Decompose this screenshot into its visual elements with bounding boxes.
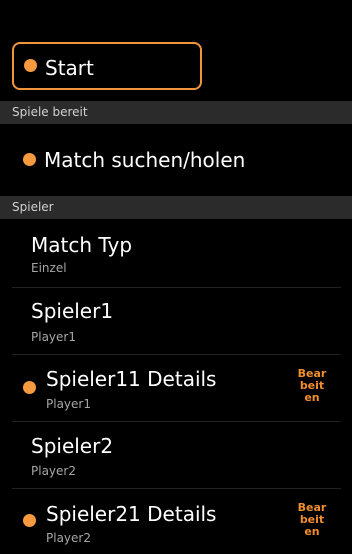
section-header-ready: Spiele bereit bbox=[0, 101, 352, 124]
player2-title: Spieler2 bbox=[31, 434, 114, 458]
edit-button-player21[interactable]: Bear beit en bbox=[297, 502, 327, 538]
player1-item[interactable]: Spieler1 Player1 bbox=[0, 288, 352, 354]
player11-details-title: Spieler11 Details bbox=[46, 367, 217, 391]
player11-details-item[interactable]: Spieler11 Details Player1 bbox=[0, 355, 290, 421]
start-button[interactable]: Start bbox=[12, 42, 202, 90]
player21-details-value: Player2 bbox=[46, 531, 91, 545]
player2-item[interactable]: Spieler2 Player2 bbox=[0, 422, 352, 488]
player21-details-item[interactable]: Spieler21 Details Player2 bbox=[0, 489, 290, 554]
section-header-players: Spieler bbox=[0, 196, 352, 219]
status-dot-icon bbox=[23, 153, 36, 166]
status-dot-icon bbox=[23, 514, 36, 527]
player2-value: Player2 bbox=[31, 464, 76, 478]
player21-details-title: Spieler21 Details bbox=[46, 502, 217, 526]
status-dot-icon bbox=[23, 381, 36, 394]
match-type-title: Match Typ bbox=[31, 233, 133, 257]
match-type-item[interactable]: Match Typ Einzel bbox=[0, 219, 352, 287]
player1-value: Player1 bbox=[31, 330, 76, 344]
status-dot-icon bbox=[24, 59, 37, 72]
match-search-label: Match suchen/holen bbox=[44, 148, 246, 172]
player11-details-value: Player1 bbox=[46, 397, 91, 411]
player1-title: Spieler1 bbox=[31, 299, 114, 323]
start-label: Start bbox=[45, 56, 94, 80]
match-type-value: Einzel bbox=[31, 261, 67, 275]
edit-button-player11[interactable]: Bear beit en bbox=[297, 368, 327, 404]
match-search-item[interactable]: Match suchen/holen bbox=[0, 124, 352, 195]
